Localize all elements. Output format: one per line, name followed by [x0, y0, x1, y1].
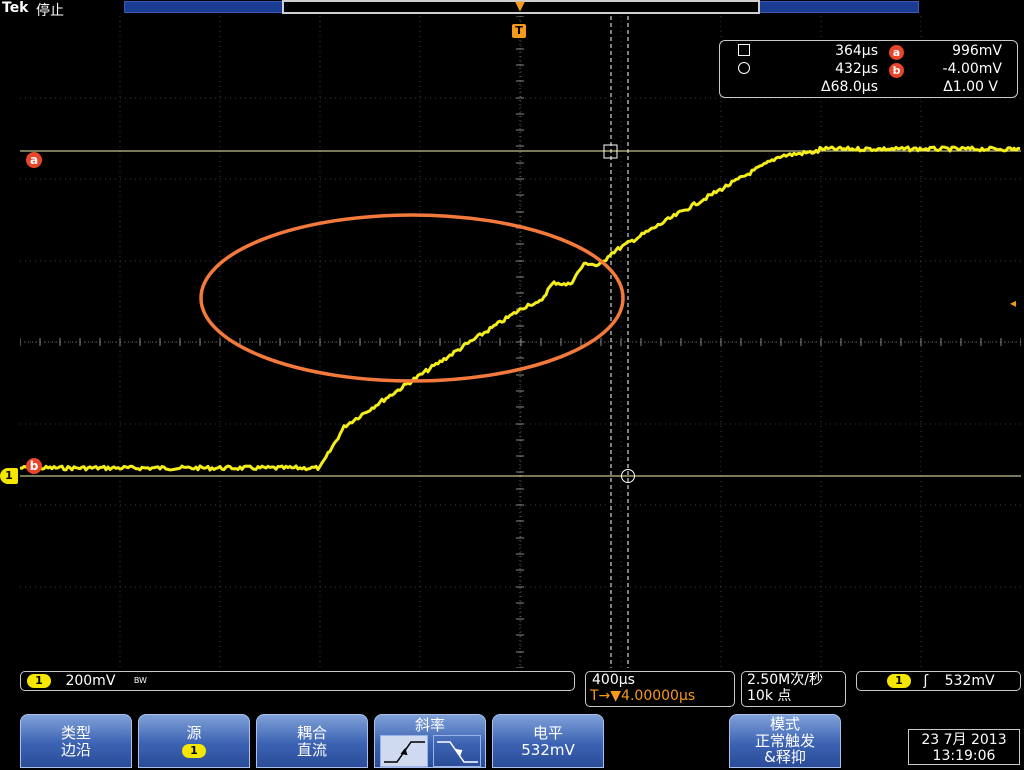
cursor-a-icon: a — [889, 45, 904, 60]
menu-level-label: 电平 — [532, 724, 563, 742]
menu-source-button[interactable]: 源 1 — [138, 714, 250, 768]
rising-edge-option[interactable] — [380, 735, 428, 767]
falling-edge-icon — [437, 741, 478, 763]
menu-level-value: 532mV — [521, 741, 575, 759]
time-delta: Δ68.0µs — [821, 79, 878, 95]
channel-1-badge: 1 — [27, 674, 51, 688]
trigger-status[interactable]: 1 ʃ 532mV — [856, 671, 1021, 691]
bandwidth-limit-mark: BW — [133, 676, 147, 685]
channel-1-scale: 200mV — [65, 673, 116, 689]
trigger-channel-badge: 1 — [887, 674, 911, 688]
menu-coupling-value: 直流 — [296, 741, 327, 759]
graticule — [20, 16, 1021, 668]
menu-coupling-button[interactable]: 耦合 直流 — [256, 714, 368, 768]
falling-edge-option[interactable] — [433, 735, 481, 767]
menu-level-button[interactable]: 电平 532mV — [492, 714, 604, 768]
menu-type-value: 边沿 — [60, 741, 91, 759]
menu-type-button[interactable]: 类型 边沿 — [20, 714, 132, 768]
trigger-slope-icon: ʃ — [923, 673, 929, 689]
menu-slope-button[interactable]: 斜率 — [374, 714, 486, 768]
timebase-scale: 400µs — [592, 672, 635, 688]
cursor-a-letter: a — [29, 153, 39, 167]
rising-edge-icon — [384, 741, 425, 763]
cursor-b-icon: b — [889, 63, 904, 78]
cursor-b-letter: b — [29, 459, 39, 473]
trigger-delay: T→▼4.00000µs — [590, 688, 696, 704]
menu-coupling-label: 耦合 — [296, 724, 327, 742]
menu-slope-label: 斜率 — [414, 716, 445, 734]
sample-rate: 2.50M次/秒 — [747, 672, 823, 688]
channel-1-ground-marker[interactable]: 1 — [0, 468, 18, 484]
trigger-point-label: T — [515, 24, 523, 37]
cursor-a-badge[interactable]: a — [26, 152, 42, 168]
cursor-a-value: 996mV — [952, 43, 1002, 59]
menu-source-label: 源 — [186, 724, 202, 742]
menu-mode-value-2: &释抑 — [764, 748, 806, 766]
cursor-1-time: 364µs — [835, 43, 878, 59]
trigger-position-marker[interactable]: ▼ — [513, 0, 527, 14]
record-length: 10k 点 — [747, 688, 792, 704]
cursor-2-time: 432µs — [835, 61, 878, 77]
cursor-b-value: -4.00mV — [942, 61, 1002, 77]
trigger-point-marker[interactable]: T — [512, 24, 526, 38]
menu-source-value: 1 — [182, 743, 206, 758]
waveform-display[interactable] — [20, 16, 1021, 668]
circle-cursor-icon — [738, 62, 750, 74]
timebase-status[interactable]: 400µs T→▼4.00000µs — [585, 671, 735, 707]
date-time-display: 23 7月 2013 13:19:06 — [908, 729, 1020, 765]
menu-type-label: 类型 — [60, 724, 91, 742]
menu-mode-value-1: 正常触发 — [754, 732, 815, 750]
highlight-ellipse — [199, 213, 625, 383]
menu-mode-button[interactable]: 模式 正常触发 &释抑 — [729, 714, 841, 768]
brand-logo: Tek — [2, 0, 29, 16]
channel-1-ground-label: 1 — [5, 469, 13, 482]
square-cursor-icon — [738, 44, 750, 56]
time-display: 13:19:06 — [932, 748, 996, 764]
trigger-level: 532mV — [944, 673, 995, 689]
menu-mode-label: 模式 — [769, 715, 800, 733]
cursor-readout-panel: 364µs a 996mV 432µs b -4.00mV Δ68.0µs Δ1… — [719, 40, 1018, 98]
channel-1-status[interactable]: 1 200mV BW — [20, 671, 575, 691]
trigger-level-arrow[interactable]: ◂ — [1010, 296, 1016, 310]
date-display: 23 7月 2013 — [921, 732, 1007, 748]
acquisition-status[interactable]: 2.50M次/秒 10k 点 — [741, 671, 846, 707]
cursor-b-badge[interactable]: b — [26, 458, 42, 474]
volt-delta: Δ1.00 V — [943, 79, 998, 95]
top-status-bar: Tek 停止 ▼ — [0, 0, 1024, 19]
